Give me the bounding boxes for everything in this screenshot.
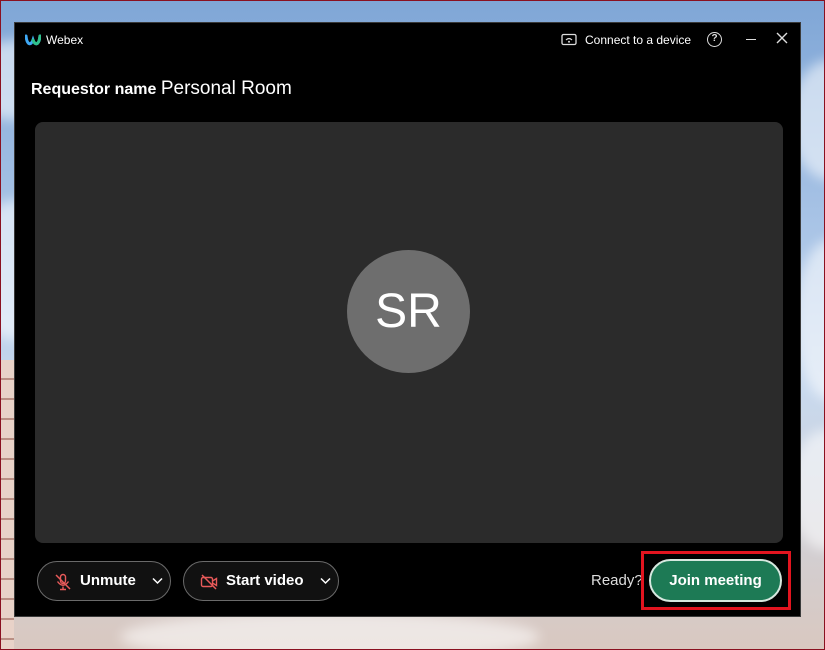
minimize-icon[interactable] bbox=[746, 39, 756, 41]
desktop-sail bbox=[0, 360, 14, 650]
avatar: SR bbox=[347, 250, 470, 373]
webex-window: Webex Connect to a device ? Requestor na… bbox=[14, 22, 801, 617]
unmute-label: Unmute bbox=[80, 572, 136, 589]
microphone-muted-icon bbox=[55, 573, 71, 591]
title-bar: Webex Connect to a device ? bbox=[15, 23, 800, 59]
meeting-title: Requestor name Personal Room bbox=[31, 78, 292, 100]
unmute-button[interactable]: Unmute bbox=[37, 561, 171, 601]
room-name: Personal Room bbox=[160, 78, 292, 99]
start-video-button[interactable]: Start video bbox=[183, 561, 339, 601]
app-title: Webex bbox=[46, 33, 84, 47]
video-off-icon bbox=[200, 574, 218, 590]
requestor-name: Requestor name bbox=[31, 81, 157, 98]
start-video-label: Start video bbox=[226, 572, 304, 589]
chevron-down-icon[interactable] bbox=[152, 577, 163, 585]
video-preview: SR bbox=[35, 122, 783, 543]
webex-logo-icon bbox=[25, 34, 41, 46]
connect-device-link[interactable]: Connect to a device bbox=[585, 33, 691, 47]
chevron-down-icon[interactable] bbox=[320, 577, 331, 585]
join-meeting-button[interactable]: Join meeting bbox=[649, 559, 782, 602]
help-icon[interactable]: ? bbox=[707, 32, 722, 47]
connect-device-icon[interactable] bbox=[561, 33, 577, 47]
close-icon[interactable] bbox=[776, 32, 788, 44]
ready-label: Ready? bbox=[591, 572, 643, 589]
